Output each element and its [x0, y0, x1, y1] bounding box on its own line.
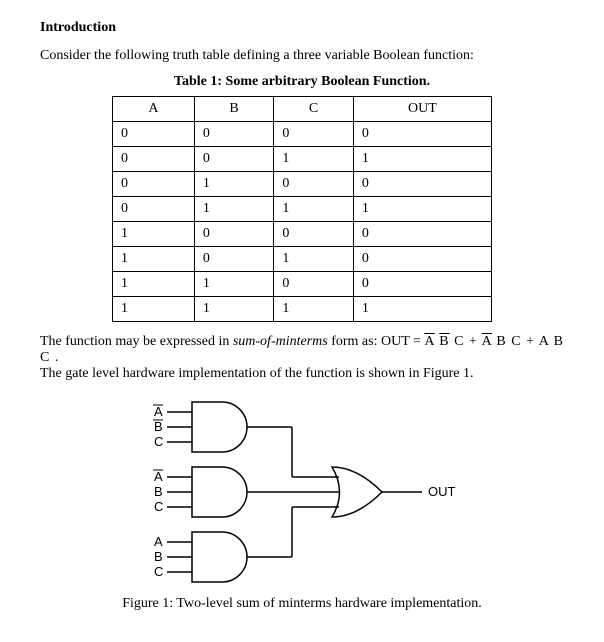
table-row: 1100	[113, 272, 492, 297]
sop-paragraph: The function may be expressed in sum-of-…	[40, 334, 564, 382]
intro-paragraph: Consider the following truth table defin…	[40, 48, 564, 64]
table-cell: 1	[194, 297, 273, 322]
table-cell: 1	[353, 147, 491, 172]
figure-caption: Figure 1: Two-level sum of minterms hard…	[40, 596, 564, 612]
truth-table: A B C OUT 000000110100011110001010110011…	[112, 96, 492, 322]
table-cell: 0	[353, 172, 491, 197]
table-cell: 0	[113, 172, 195, 197]
circuit-diagram: A B C A B C A B C OUT	[122, 392, 482, 592]
table-cell: 0	[194, 122, 273, 147]
table-cell: 0	[353, 272, 491, 297]
table-row: 1000	[113, 222, 492, 247]
svg-text:A: A	[154, 404, 163, 419]
table-cell: 0	[113, 122, 195, 147]
table-cell: 1	[274, 197, 353, 222]
table-cell: 1	[353, 197, 491, 222]
table-row: 1010	[113, 247, 492, 272]
section-heading: Introduction	[40, 20, 564, 36]
table-cell: 1	[274, 247, 353, 272]
col-header: OUT	[353, 97, 491, 122]
table-cell: 1	[113, 247, 195, 272]
table-cell: 0	[194, 147, 273, 172]
table-cell: 1	[274, 147, 353, 172]
table-cell: 1	[113, 297, 195, 322]
table-row: 0011	[113, 147, 492, 172]
svg-text:C: C	[154, 499, 163, 514]
table-row: 1111	[113, 297, 492, 322]
table-header-row: A B C OUT	[113, 97, 492, 122]
table-caption: Table 1: Some arbitrary Boolean Function…	[40, 74, 564, 90]
table-cell: 0	[353, 222, 491, 247]
table-row: 0111	[113, 197, 492, 222]
col-header: B	[194, 97, 273, 122]
svg-text:C: C	[154, 564, 163, 579]
table-cell: 0	[274, 122, 353, 147]
svg-text:A: A	[154, 534, 163, 549]
svg-text:A: A	[154, 469, 163, 484]
table-cell: 0	[274, 272, 353, 297]
table-cell: 0	[353, 247, 491, 272]
svg-text:B: B	[154, 419, 163, 434]
table-cell: 1	[113, 222, 195, 247]
svg-text:C: C	[154, 434, 163, 449]
table-row: 0000	[113, 122, 492, 147]
table-cell: 0	[274, 222, 353, 247]
col-header: C	[274, 97, 353, 122]
table-cell: 1	[194, 272, 273, 297]
output-label: OUT	[428, 484, 456, 499]
table-cell: 1	[274, 297, 353, 322]
svg-text:B: B	[154, 549, 163, 564]
col-header: A	[113, 97, 195, 122]
table-cell: 0	[194, 222, 273, 247]
table-row: 0100	[113, 172, 492, 197]
table-cell: 1	[353, 297, 491, 322]
table-cell: 0	[113, 147, 195, 172]
table-cell: 0	[353, 122, 491, 147]
table-cell: 1	[194, 197, 273, 222]
table-cell: 1	[113, 272, 195, 297]
table-cell: 0	[194, 247, 273, 272]
table-cell: 0	[113, 197, 195, 222]
svg-text:B: B	[154, 484, 163, 499]
table-cell: 1	[194, 172, 273, 197]
table-cell: 0	[274, 172, 353, 197]
